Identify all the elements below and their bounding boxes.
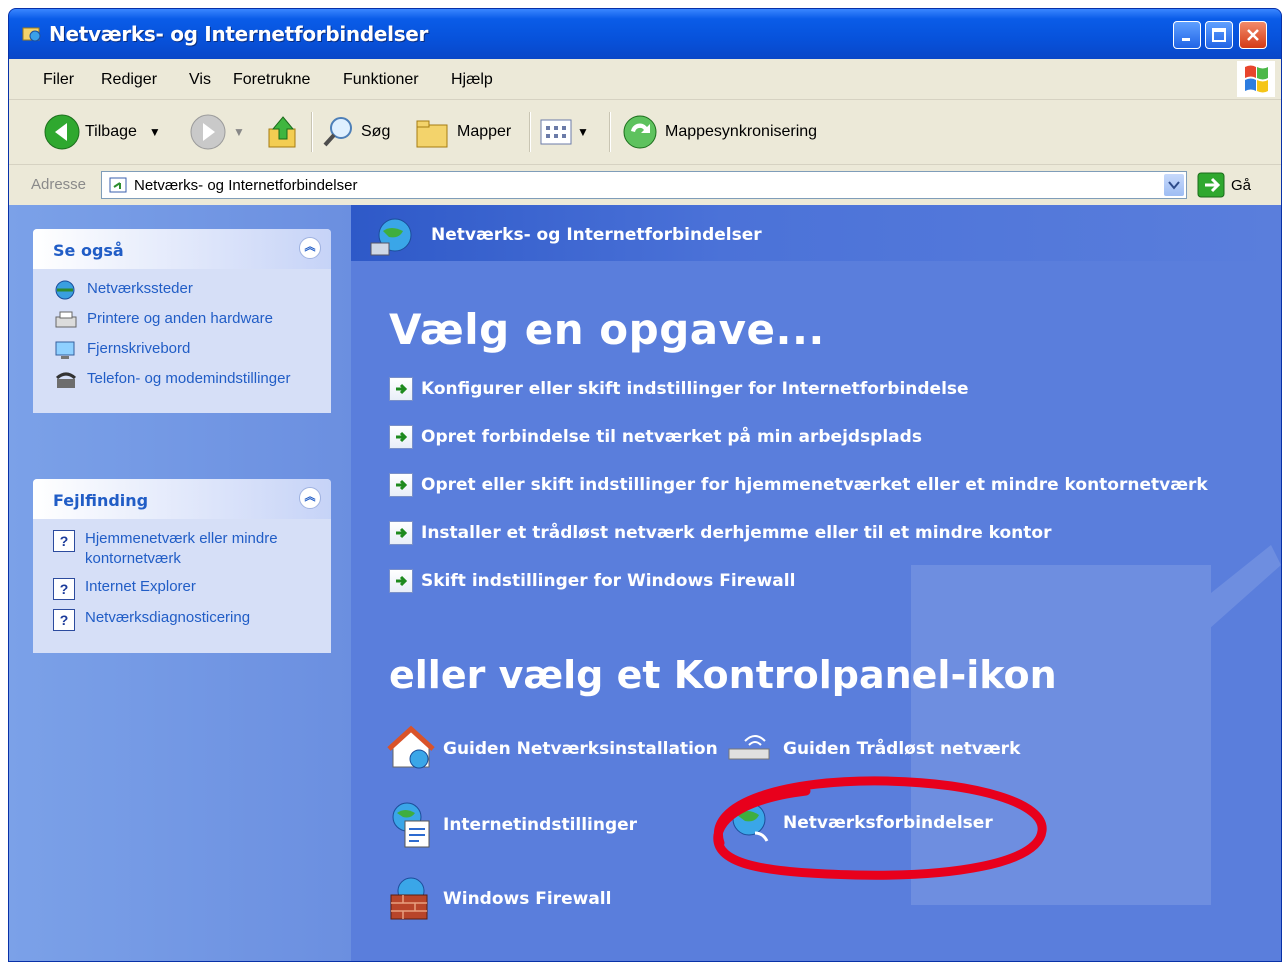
- task-connect-workplace[interactable]: Opret forbindelse til netværket på min a…: [389, 425, 922, 449]
- address-dropdown-button[interactable]: [1164, 174, 1184, 196]
- folder-sync-button[interactable]: Mappesynkronisering: [621, 110, 817, 154]
- help-icon: ?: [53, 609, 75, 631]
- cp-internet-options[interactable]: Internetindstillinger: [385, 799, 637, 851]
- minimize-icon: [1182, 38, 1190, 41]
- cp-network-setup-wizard[interactable]: Guiden Netværksinstallation: [385, 723, 718, 775]
- task-arrow-icon: [389, 377, 413, 401]
- see-also-item-phone-modem[interactable]: Telefon- og modemindstillinger: [53, 369, 321, 391]
- task-arrow-icon: [389, 521, 413, 545]
- maximize-icon: [1212, 28, 1226, 42]
- views-dropdown-icon[interactable]: ▼: [577, 125, 589, 139]
- toolbar-separator: [609, 112, 611, 152]
- troubleshoot-item-home-network[interactable]: ? Hjemmenetværk eller mindre kontornetvæ…: [53, 529, 321, 569]
- troubleshoot-panel: Fejlfinding ︽ ? Hjemmenetværk eller mind…: [33, 479, 331, 653]
- explorer-window: Netværks- og Internetforbindelser Filer …: [8, 8, 1282, 962]
- address-label: Adresse: [31, 176, 87, 193]
- highlight-annotation: [713, 776, 1047, 880]
- chevron-down-icon: [1168, 181, 1180, 190]
- menu-bar: Filer Rediger Vis Foretrukne Funktioner …: [9, 59, 1281, 100]
- go-button[interactable]: Gå: [1197, 171, 1251, 199]
- category-title: Netværks- og Internetforbindelser: [431, 225, 762, 245]
- maximize-button[interactable]: [1205, 21, 1233, 49]
- network-places-icon: [55, 280, 75, 300]
- menu-help[interactable]: Hjælp: [451, 71, 493, 89]
- see-also-title: Se også: [53, 241, 124, 260]
- menu-edit[interactable]: Rediger: [101, 71, 157, 89]
- task-arrow-icon: [389, 569, 413, 593]
- network-folder-icon: [22, 27, 41, 42]
- close-icon: [1247, 29, 1259, 41]
- go-arrow-icon: [1197, 172, 1225, 198]
- see-also-header[interactable]: Se også ︽: [33, 229, 331, 269]
- title-bar[interactable]: Netværks- og Internetforbindelser: [9, 9, 1281, 59]
- toolbar: Tilbage ▼ ▼ Søg Mapper ▼ Mappesynkronise…: [9, 100, 1281, 165]
- collapse-icon[interactable]: ︽: [299, 487, 321, 509]
- views-icon: [540, 119, 572, 145]
- task-home-network[interactable]: Opret eller skift indstillinger for hjem…: [389, 473, 1208, 497]
- troubleshoot-header[interactable]: Fejlfinding ︽: [33, 479, 331, 519]
- windows-logo-icon: [1237, 61, 1275, 97]
- content-area: Se også ︽ Netværkssteder Printere og and…: [9, 205, 1281, 961]
- help-icon: ?: [53, 578, 75, 600]
- menu-view[interactable]: Vis: [189, 71, 211, 89]
- network-setup-wizard-icon: [387, 725, 435, 769]
- views-button[interactable]: ▼: [539, 110, 589, 154]
- internet-options-icon: [392, 802, 430, 848]
- see-also-item-remote-desktop[interactable]: Fjernskrivebord: [53, 339, 321, 361]
- see-also-item-network-places[interactable]: Netværkssteder: [53, 279, 321, 301]
- address-input[interactable]: Netværks- og Internetforbindelser: [101, 171, 1187, 199]
- up-folder-button[interactable]: [265, 110, 301, 154]
- search-button[interactable]: Søg: [321, 110, 390, 154]
- forward-button[interactable]: ▼: [189, 110, 245, 154]
- back-button[interactable]: Tilbage ▼: [43, 110, 161, 154]
- collapse-icon[interactable]: ︽: [299, 237, 321, 259]
- menu-favorites[interactable]: Foretrukne: [233, 71, 310, 89]
- help-icon: ?: [53, 530, 75, 552]
- troubleshoot-item-network-diagnostics[interactable]: ? Netværksdiagnosticering: [53, 608, 321, 631]
- window-title: Netværks- og Internetforbindelser: [49, 22, 429, 46]
- remote-desktop-icon: [55, 341, 75, 359]
- search-icon: [323, 117, 352, 147]
- sync-icon: [623, 115, 657, 149]
- up-folder-icon: [268, 116, 296, 148]
- printer-icon: [55, 311, 77, 328]
- address-folder-icon: [109, 177, 127, 193]
- forward-arrow-icon: [190, 114, 226, 150]
- task-wireless-network[interactable]: Installer et trådløst netværk derhjemme …: [389, 521, 1051, 545]
- task-arrow-icon: [389, 473, 413, 497]
- menu-file[interactable]: Filer: [43, 71, 74, 89]
- folders-button[interactable]: Mapper: [413, 110, 511, 154]
- see-also-panel: Se også ︽ Netværkssteder Printere og and…: [33, 229, 331, 413]
- address-bar: Adresse Netværks- og Internetforbindelse…: [9, 165, 1281, 206]
- close-button[interactable]: [1239, 21, 1267, 49]
- minimize-button[interactable]: [1173, 21, 1201, 49]
- phone-icon: [56, 372, 76, 388]
- pick-icon-heading: eller vælg et Kontrolpanel-ikon: [389, 653, 1057, 697]
- category-view: Netværks- og Internetforbindelser Vælg e…: [351, 205, 1281, 961]
- folders-icon: [416, 120, 448, 148]
- troubleshoot-title: Fejlfinding: [53, 491, 149, 510]
- firewall-icon: [390, 877, 428, 920]
- forward-dropdown-icon[interactable]: ▼: [233, 125, 245, 139]
- cp-wireless-network-wizard[interactable]: Guiden Trådløst netværk: [725, 723, 1020, 775]
- cp-windows-firewall[interactable]: Windows Firewall: [385, 873, 611, 925]
- address-value: Netværks- og Internetforbindelser: [134, 177, 358, 194]
- toolbar-separator: [529, 112, 531, 152]
- troubleshoot-item-internet-explorer[interactable]: ? Internet Explorer: [53, 577, 321, 600]
- back-dropdown-icon[interactable]: ▼: [149, 125, 161, 139]
- category-header: Netværks- og Internetforbindelser: [351, 205, 1281, 261]
- back-arrow-icon: [44, 114, 80, 150]
- pick-task-heading: Vælg en opgave...: [389, 305, 825, 354]
- task-pane: Se også ︽ Netværkssteder Printere og and…: [9, 205, 351, 961]
- wireless-network-icon: [728, 735, 770, 760]
- network-globe-icon: [370, 218, 412, 256]
- menu-tools[interactable]: Funktioner: [343, 71, 419, 89]
- toolbar-separator: [311, 112, 313, 152]
- see-also-item-printers[interactable]: Printere og anden hardware: [53, 309, 321, 331]
- task-configure-internet[interactable]: Konfigurer eller skift indstillinger for…: [389, 377, 969, 401]
- task-firewall-settings[interactable]: Skift indstillinger for Windows Firewall: [389, 569, 795, 593]
- task-arrow-icon: [389, 425, 413, 449]
